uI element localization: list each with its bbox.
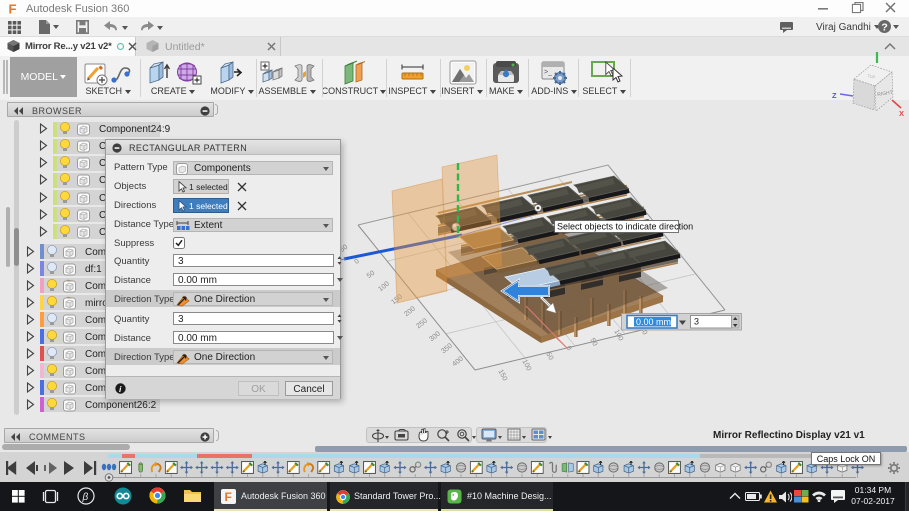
svg-text:?: ? xyxy=(881,22,887,34)
svg-text:50: 50 xyxy=(544,351,554,361)
svg-text:200: 200 xyxy=(403,305,417,318)
svg-text:0: 0 xyxy=(353,258,360,266)
svg-text:300: 300 xyxy=(428,330,442,343)
svg-text:Z: Z xyxy=(832,91,837,100)
svg-text:F: F xyxy=(225,490,232,504)
svg-text:>_: >_ xyxy=(544,69,552,76)
svg-text:100: 100 xyxy=(520,358,532,372)
svg-text:0.00 mm: 0.00 mm xyxy=(636,317,671,327)
svg-text:F: F xyxy=(9,2,17,15)
svg-text:150: 150 xyxy=(496,368,508,382)
svg-text:Select objects to indicate dir: Select objects to indicate direction xyxy=(557,222,693,232)
svg-text:β: β xyxy=(82,492,89,503)
svg-text:3: 3 xyxy=(694,317,699,327)
svg-text:350: 350 xyxy=(440,342,454,355)
svg-text:100: 100 xyxy=(377,280,391,293)
svg-text:250: 250 xyxy=(415,317,429,330)
svg-text:X: X xyxy=(899,109,904,118)
svg-text:50: 50 xyxy=(366,270,377,280)
svg-text:400: 400 xyxy=(451,355,465,368)
